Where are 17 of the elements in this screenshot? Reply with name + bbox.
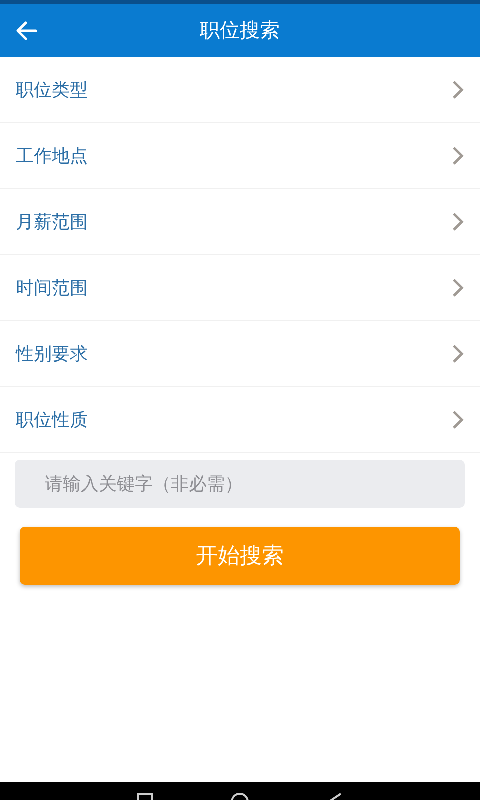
- filter-row[interactable]: 工作地点: [0, 123, 480, 189]
- home-icon[interactable]: [230, 792, 250, 800]
- screen-title: 职位搜索: [200, 17, 280, 44]
- recent-apps-icon[interactable]: [135, 792, 155, 800]
- chevron-right-icon: [452, 278, 464, 298]
- filter-row[interactable]: 时间范围: [0, 255, 480, 321]
- keyword-input-field[interactable]: 请输入关键字（非必需）: [15, 460, 465, 508]
- chevron-right-icon: [452, 146, 464, 166]
- filter-row[interactable]: 月薪范围: [0, 189, 480, 255]
- chevron-right-icon: [452, 212, 464, 232]
- chevron-right-icon: [452, 410, 464, 430]
- filter-row[interactable]: 职位类型: [0, 57, 480, 123]
- filter-row[interactable]: 职位性质: [0, 387, 480, 453]
- chevron-right-icon: [452, 80, 464, 100]
- filter-row[interactable]: 性别要求: [0, 321, 480, 387]
- chevron-right-icon: [452, 344, 464, 364]
- back-arrow-icon[interactable]: [16, 21, 38, 41]
